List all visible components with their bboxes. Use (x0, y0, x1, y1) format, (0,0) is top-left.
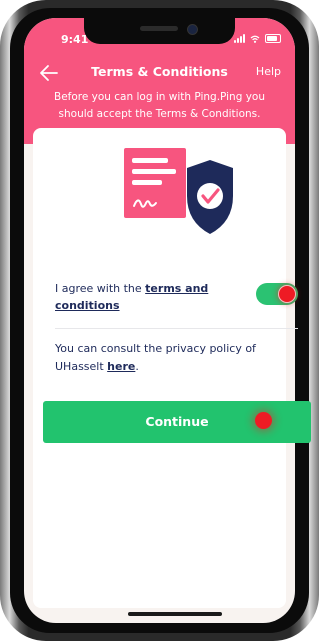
document-icon (124, 148, 186, 218)
front-camera (187, 24, 198, 35)
wifi-icon (250, 35, 260, 43)
status-time: 9:41 (61, 33, 89, 46)
intro-line-1: Before you can log in with Ping.Ping you (53, 91, 265, 103)
continue-tap-marker (255, 412, 272, 429)
status-icons (234, 34, 281, 43)
battery-icon (265, 34, 281, 43)
agree-toggle[interactable] (256, 283, 298, 305)
agree-prefix: I agree with the (55, 282, 146, 295)
divider (55, 328, 298, 329)
privacy-line-2-prefix: UHasselt (55, 360, 108, 373)
phone-frame: 9:41 Terms & Conditions Help Before you … (0, 0, 319, 641)
terms-link-continued[interactable]: conditions (55, 299, 120, 312)
intro-line-2: should accept the Terms & Conditions. (58, 108, 261, 120)
intro-text: Before you can log in with Ping.Ping you… (42, 89, 277, 123)
signal-icon (234, 34, 245, 43)
device-notch (84, 18, 235, 44)
help-link[interactable]: Help (256, 65, 281, 78)
terms-link[interactable]: terms and (145, 282, 208, 295)
speaker-grill (140, 26, 178, 31)
nav-bar: Terms & Conditions Help (24, 62, 295, 84)
shield-check-icon (187, 160, 233, 234)
tap-marker (279, 286, 295, 302)
agree-label: I agree with the terms and conditions (55, 280, 220, 314)
terms-illustration (124, 148, 233, 234)
app-screen: 9:41 Terms & Conditions Help Before you … (24, 18, 295, 623)
page-title: Terms & Conditions (91, 64, 228, 79)
privacy-text: You can consult the privacy policy of UH… (55, 340, 295, 376)
agree-row: I agree with the terms and conditions (55, 280, 275, 314)
privacy-line-1: You can consult the privacy policy of (55, 342, 256, 355)
privacy-suffix: . (135, 360, 139, 373)
privacy-here-link[interactable]: here (107, 360, 135, 373)
home-indicator (128, 612, 222, 616)
